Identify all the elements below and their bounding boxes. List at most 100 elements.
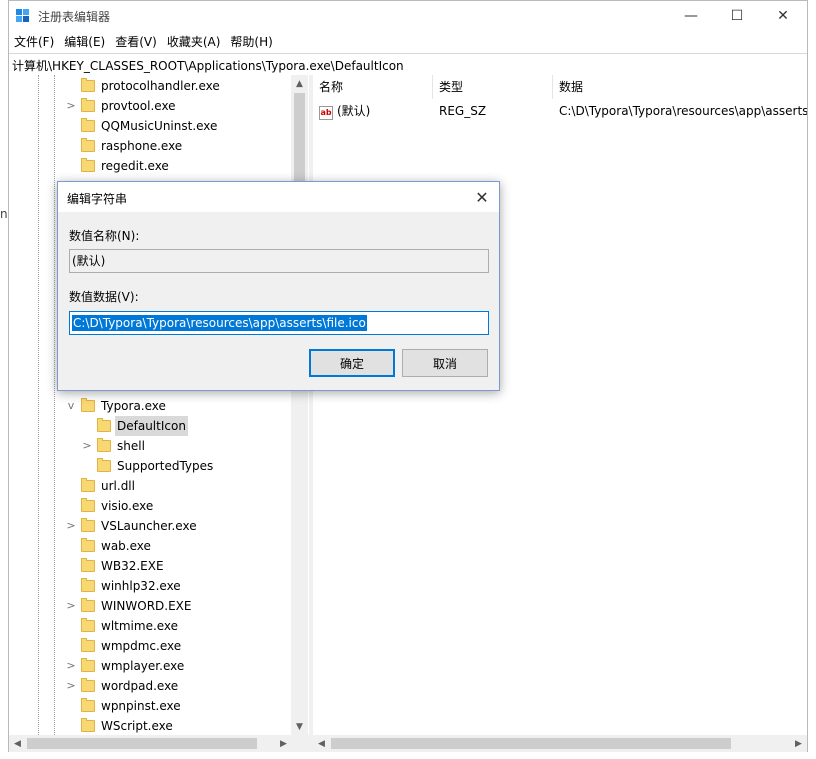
scroll-up-icon[interactable]: ▲ — [291, 75, 308, 92]
tree-guide-line — [38, 75, 39, 735]
value-data-label: 数值数据(V): — [69, 290, 139, 304]
tree-item-wb32[interactable]: WB32.EXE — [65, 556, 166, 576]
tree-item-vslauncher[interactable]: > VSLauncher.exe — [65, 516, 199, 536]
tree-item-winword[interactable]: > WINWORD.EXE — [65, 596, 193, 616]
tree-expander-empty — [65, 716, 77, 735]
key-tree: protocolhandler.exe > provtool.exe QQMus… — [9, 75, 309, 735]
list-hscroll-thumb[interactable] — [331, 738, 731, 749]
tree-item-label: wpnpinst.exe — [101, 699, 181, 713]
tree-item-label: QQMusicUninst.exe — [101, 119, 218, 133]
scroll-left-icon[interactable]: ◀ — [313, 735, 330, 752]
tree-item-wscript[interactable]: WScript.exe — [65, 716, 175, 735]
tree-item-label: wltmime.exe — [101, 619, 179, 633]
tree-item-regedit[interactable]: regedit.exe — [65, 156, 171, 176]
menu-help[interactable]: 帮助(H) — [225, 31, 277, 53]
list-horizontal-scrollbar[interactable]: ◀ ▶ — [313, 735, 807, 752]
regedit-app-icon — [16, 9, 29, 22]
dialog-close-button[interactable]: ✕ — [471, 186, 493, 208]
address-path: 计算机\HKEY_CLASSES_ROOT\Applications\Typor… — [12, 59, 404, 73]
scroll-right-icon[interactable]: ▶ — [275, 735, 292, 752]
tree-expander-empty — [81, 456, 93, 476]
tree-item-provtool[interactable]: > provtool.exe — [65, 96, 178, 116]
column-header-type[interactable]: 类型 — [433, 75, 553, 99]
tree-item-typora[interactable]: v Typora.exe — [65, 396, 168, 416]
tree-item-supportedtypes[interactable]: SupportedTypes — [81, 456, 215, 476]
folder-icon — [81, 638, 95, 652]
tree-item-defaulticon[interactable]: DefaultIcon — [81, 416, 188, 436]
tree-item-wordpad[interactable]: > wordpad.exe — [65, 676, 180, 696]
minimize-button[interactable]: — — [668, 1, 714, 31]
tree-item-label: shell — [117, 439, 145, 453]
tree-item-label: url.dll — [101, 479, 135, 493]
tree-vertical-scrollbar[interactable]: ▲ ▼ — [291, 75, 308, 735]
folder-icon — [81, 658, 95, 672]
tree-item-wltmime[interactable]: wltmime.exe — [65, 616, 180, 636]
value-row-name[interactable]: ab (默认) — [319, 101, 370, 121]
column-header-name[interactable]: 名称 — [313, 75, 433, 99]
ok-button[interactable]: 确定 — [309, 349, 395, 377]
menu-view[interactable]: 查看(V) — [110, 31, 162, 53]
value-type: REG_SZ — [439, 104, 487, 118]
menu-bar: 文件(F) 编辑(E) 查看(V) 收藏夹(A) 帮助(H) — [9, 31, 807, 53]
tree-expander-empty — [81, 416, 93, 436]
column-header-data[interactable]: 数据 — [553, 75, 807, 99]
tree-item-shell[interactable]: > shell — [81, 436, 147, 456]
menu-favorites[interactable]: 收藏夹(A) — [162, 31, 226, 53]
chevron-right-icon[interactable]: > — [65, 516, 77, 536]
value-name: (默认) — [337, 104, 371, 118]
tree-item-label: WB32.EXE — [101, 559, 164, 573]
scroll-left-icon[interactable]: ◀ — [9, 735, 26, 752]
tree-item-wab[interactable]: wab.exe — [65, 536, 153, 556]
edit-string-dialog: 编辑字符串 ✕ 数值名称(N): (默认) 数值数据(V): C:\D\Typo… — [57, 181, 500, 391]
menu-edit[interactable]: 编辑(E) — [59, 31, 110, 53]
tree-item-label: visio.exe — [101, 499, 154, 513]
folder-icon — [81, 398, 95, 412]
tree-item-label: WINWORD.EXE — [101, 599, 192, 613]
tree-item-protocolhandler[interactable]: protocolhandler.exe — [65, 76, 222, 96]
folder-icon — [81, 718, 95, 732]
menu-file[interactable]: 文件(F) — [9, 31, 59, 53]
tree-expander-empty — [65, 636, 77, 656]
value-data-input[interactable]: C:\D\Typora\Typora\resources\app\asserts… — [69, 311, 489, 335]
dialog-title: 编辑字符串 — [67, 192, 128, 206]
tree-item-winhlp32[interactable]: winhlp32.exe — [65, 576, 183, 596]
tree-hscroll-thumb[interactable] — [27, 738, 257, 749]
scroll-down-icon[interactable]: ▼ — [291, 718, 308, 735]
title-bar[interactable]: 注册表编辑器 — ☐ ✕ — [9, 1, 807, 31]
tree-item-rasphone[interactable]: rasphone.exe — [65, 136, 184, 156]
tree-item-qqmusicuninst[interactable]: QQMusicUninst.exe — [65, 116, 219, 136]
folder-icon — [81, 138, 95, 152]
maximize-button[interactable]: ☐ — [714, 1, 760, 31]
folder-icon — [97, 458, 111, 472]
tree-expander-empty — [65, 136, 77, 156]
address-bar[interactable]: 计算机\HKEY_CLASSES_ROOT\Applications\Typor… — [9, 53, 807, 76]
tree-item-label: SupportedTypes — [117, 459, 214, 473]
tree-item-wmplayer[interactable]: > wmplayer.exe — [65, 656, 186, 676]
chevron-down-icon[interactable]: v — [65, 396, 77, 416]
folder-icon — [81, 678, 95, 692]
folder-icon — [81, 618, 95, 632]
dialog-title-bar[interactable]: 编辑字符串 ✕ — [58, 182, 499, 212]
tree-expander-empty — [65, 116, 77, 136]
tree-item-wmpdmc[interactable]: wmpdmc.exe — [65, 636, 183, 656]
cancel-button[interactable]: 取消 — [402, 349, 488, 377]
tree-item-visio[interactable]: visio.exe — [65, 496, 155, 516]
chevron-right-icon[interactable]: > — [65, 96, 77, 116]
tree-item-url-dll[interactable]: url.dll — [65, 476, 137, 496]
chevron-right-icon[interactable]: > — [81, 436, 93, 456]
value-data: C:\D\Typora\Typora\resources\app\asserts… — [559, 104, 807, 118]
close-button[interactable]: ✕ — [760, 1, 806, 31]
string-value-icon: ab — [319, 106, 333, 120]
folder-icon — [81, 98, 95, 112]
chevron-right-icon[interactable]: > — [65, 656, 77, 676]
tree-horizontal-scrollbar[interactable]: ◀ ▶ — [9, 735, 309, 752]
chevron-right-icon[interactable]: > — [65, 596, 77, 616]
chevron-right-icon[interactable]: > — [65, 676, 77, 696]
tree-expander-empty — [65, 76, 77, 96]
folder-icon — [97, 418, 111, 432]
tree-item-wpnpinst[interactable]: wpnpinst.exe — [65, 696, 183, 716]
tree-item-label: protocolhandler.exe — [101, 79, 220, 93]
scroll-right-icon[interactable]: ▶ — [790, 735, 807, 752]
value-name-field: (默认) — [69, 249, 489, 273]
window-title: 注册表编辑器 — [38, 10, 111, 24]
